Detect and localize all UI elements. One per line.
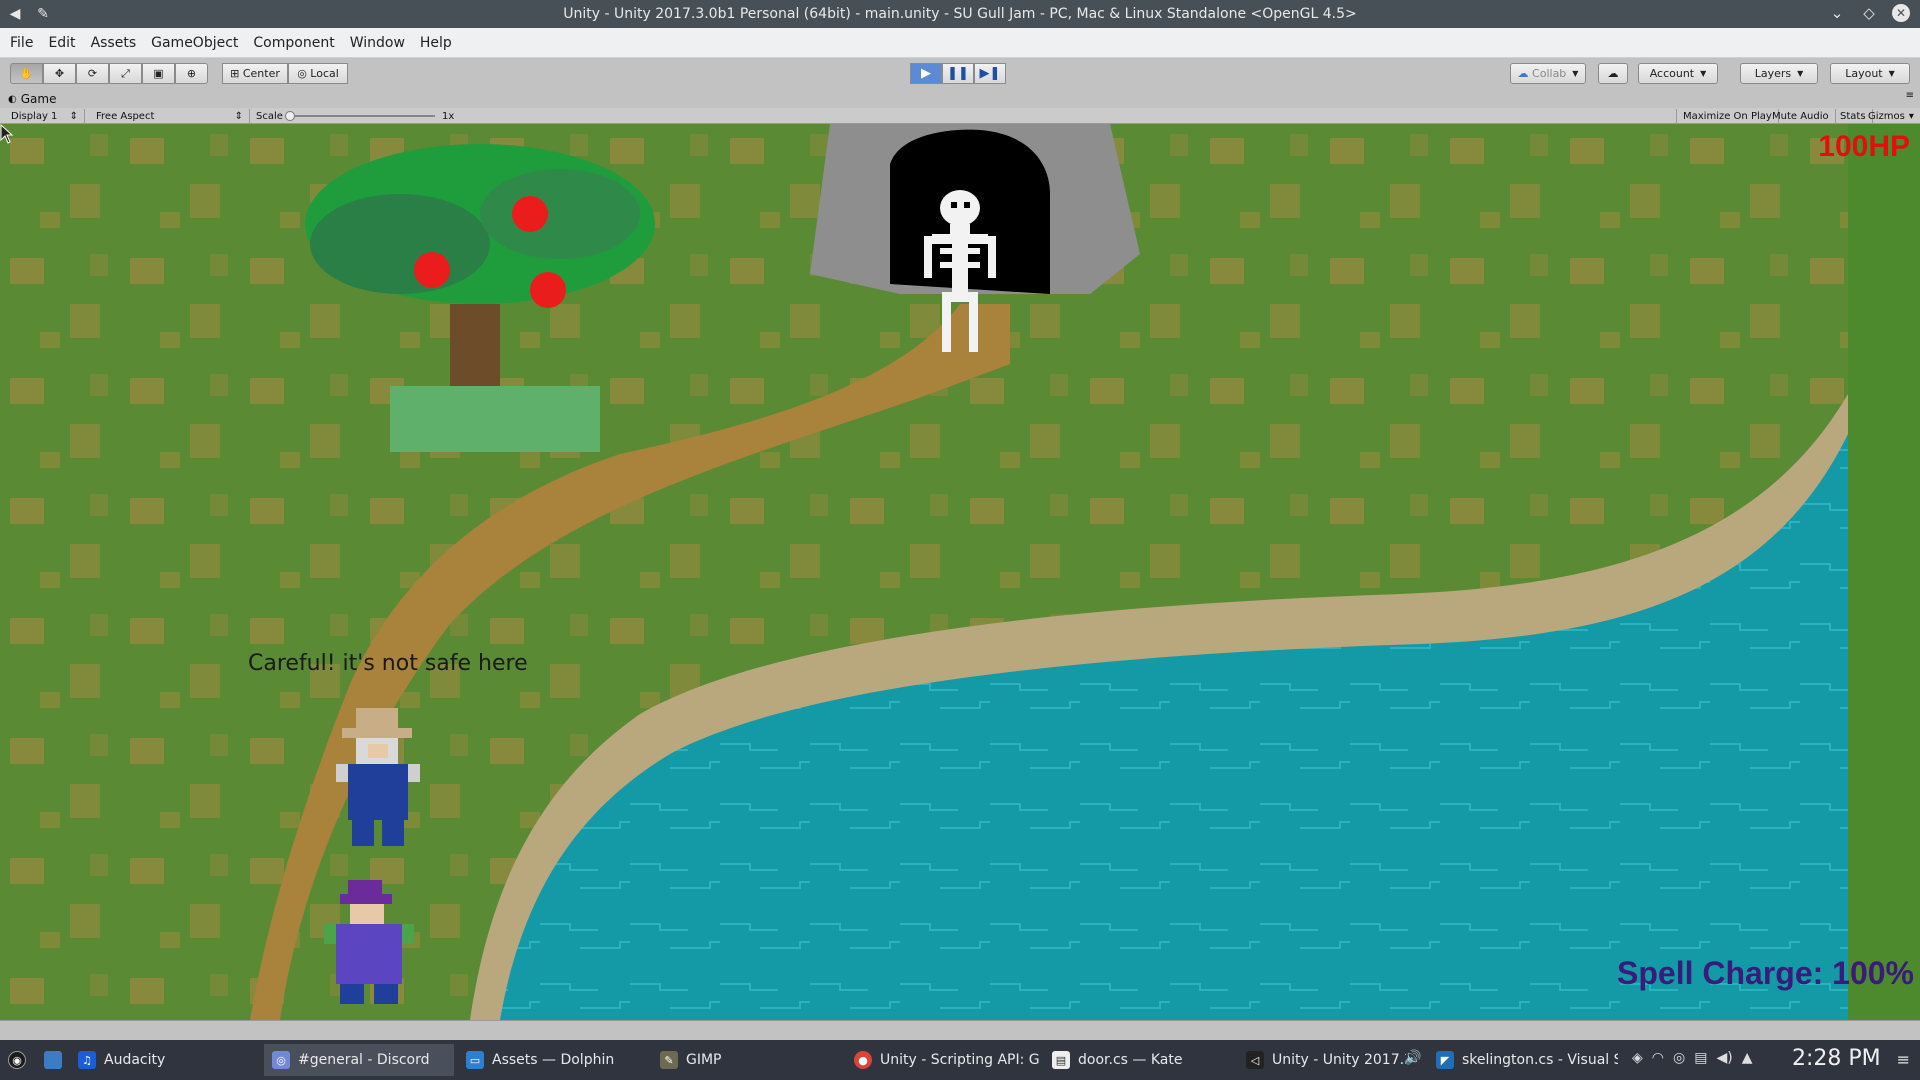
- spell-charge-display: Spell Charge: 100%: [1617, 955, 1914, 991]
- hp-display: 100HP: [1818, 130, 1910, 163]
- scale-value: 1x: [442, 110, 455, 122]
- game-scene: [0, 124, 1920, 1020]
- window-title: Unity - Unity 2017.3.0b1 Personal (64bit…: [563, 6, 1357, 22]
- main-toolbar: ✋ ✥ ⟳ ⤢ ▣ ⊕ ⊞ Center ◎ Local ▶ ❚❚ ▶❚ ☁ C…: [0, 58, 1920, 90]
- unity-icon: ◁: [1246, 1051, 1264, 1069]
- local-icon: ◎: [297, 67, 311, 80]
- task-kate[interactable]: ▤ door.cs — Kate: [1044, 1044, 1234, 1076]
- layout-dropdown[interactable]: Layout ▼: [1830, 63, 1910, 84]
- clock[interactable]: 2:28 PM: [1792, 1046, 1881, 1071]
- step-icon: ▶❚: [979, 66, 1001, 81]
- task-gimp[interactable]: ✎ GIMP: [652, 1044, 842, 1076]
- scale-slider-track[interactable]: [290, 115, 435, 117]
- chrome-icon: ●: [854, 1051, 872, 1069]
- game-tab-row: ◐ Game ≡: [0, 90, 1920, 108]
- pivot-space-button[interactable]: ◎ Local: [288, 63, 348, 84]
- right-edge-strip: [1848, 124, 1920, 1020]
- game-tab-icon: ◐: [8, 93, 17, 105]
- maximize-icon[interactable]: ◇: [1860, 4, 1878, 22]
- pivot-icon: ⊞: [230, 67, 243, 80]
- gimp-icon: ✎: [660, 1051, 678, 1069]
- system-tray: ◈ ◠ ◎ ▤ ◀) ▲: [1632, 1050, 1752, 1066]
- launcher-icon: ◉: [8, 1051, 26, 1069]
- collab-icon: ☁: [1517, 67, 1533, 80]
- gamepad-icon[interactable]: ◈: [1632, 1050, 1643, 1066]
- pause-icon: ❚❚: [947, 66, 969, 81]
- task-vscode[interactable]: ◤ skelington.cs - Visual St...: [1428, 1044, 1618, 1076]
- task-dolphin[interactable]: ▭ Assets — Dolphin: [458, 1044, 648, 1076]
- stats-toggle[interactable]: Stats: [1834, 109, 1873, 123]
- close-icon[interactable]: ✕: [1892, 4, 1910, 22]
- maximize-on-play-toggle[interactable]: Maximize On Play: [1676, 109, 1779, 123]
- menu-file[interactable]: File: [10, 35, 33, 51]
- mute-audio-toggle[interactable]: Mute Audio: [1766, 109, 1836, 123]
- play-icon: ▶: [921, 66, 931, 81]
- menu-assets[interactable]: Assets: [91, 35, 137, 51]
- rect-tool-icon[interactable]: ▣: [142, 63, 175, 84]
- collab-dropdown[interactable]: ☁ Collab ▼: [1510, 63, 1586, 84]
- step-button[interactable]: ▶❚: [974, 63, 1006, 84]
- show-desktop[interactable]: [36, 1044, 68, 1076]
- mouse-cursor-icon: [0, 124, 14, 144]
- taskbar-menu-icon[interactable]: ≡: [1897, 1050, 1910, 1069]
- display-dropdown[interactable]: Display 1 ⇕: [5, 109, 85, 123]
- discord-icon: ◎: [272, 1051, 290, 1069]
- pause-button[interactable]: ❚❚: [942, 63, 974, 84]
- clipboard-icon[interactable]: ▤: [1694, 1050, 1707, 1066]
- vscode-icon: ◤: [1436, 1051, 1454, 1069]
- account-dropdown[interactable]: Account ▼: [1638, 63, 1718, 84]
- menu-window[interactable]: Window: [350, 35, 405, 51]
- npc-speech-text: Careful! it's not safe here: [248, 651, 528, 676]
- apple: [414, 252, 450, 288]
- aspect-dropdown[interactable]: Free Aspect ⇕: [90, 109, 250, 123]
- minimize-icon[interactable]: ⌄: [1828, 4, 1846, 22]
- folder-icon: ▭: [466, 1051, 484, 1069]
- volume-icon[interactable]: ◀): [1716, 1050, 1732, 1066]
- task-audacity[interactable]: ♫ Audacity: [70, 1044, 260, 1076]
- play-controls: ▶ ❚❚ ▶❚: [910, 63, 1006, 84]
- window-title-bar: ◀ ✎ Unity - Unity 2017.3.0b1 Personal (6…: [0, 0, 1920, 28]
- transform-tool-icon[interactable]: ⊕: [175, 63, 208, 84]
- menu-edit[interactable]: Edit: [48, 35, 75, 51]
- panel-menu-icon[interactable]: ≡: [1906, 90, 1914, 101]
- desktop-icon: [44, 1051, 62, 1069]
- game-options-bar: Display 1 ⇕ Free Aspect ⇕ Scale 1x Maximiz…: [0, 108, 1920, 124]
- play-button[interactable]: ▶: [910, 63, 942, 84]
- tab-game[interactable]: ◐ Game: [8, 92, 56, 106]
- game-viewport[interactable]: 100HP Careful! it's not safe here Spell …: [0, 124, 1920, 1020]
- headphones-icon: ♫: [78, 1051, 96, 1069]
- os-taskbar: ◉ ♫ Audacity ◎ #general - Discord ▭ Asse…: [0, 1040, 1920, 1080]
- volume-small-icon[interactable]: 🔊: [1404, 1050, 1421, 1066]
- scale-tool-icon[interactable]: ⤢: [109, 63, 142, 84]
- task-discord[interactable]: ◎ #general - Discord: [264, 1044, 454, 1076]
- tray-expand-icon[interactable]: ▲: [1742, 1050, 1753, 1066]
- scale-label: Scale: [256, 110, 283, 122]
- menu-gameobject[interactable]: GameObject: [151, 35, 238, 51]
- pivot-center-button[interactable]: ⊞ Center: [222, 63, 288, 84]
- apple: [530, 272, 566, 308]
- hand-tool-icon[interactable]: ✋: [10, 63, 43, 84]
- task-chrome[interactable]: ● Unity - Scripting API: Ga...: [846, 1044, 1040, 1076]
- menu-help[interactable]: Help: [420, 35, 452, 51]
- scale-slider-thumb[interactable]: [285, 111, 295, 121]
- layers-dropdown[interactable]: Layers ▼: [1740, 63, 1818, 84]
- network-icon[interactable]: ◎: [1673, 1050, 1685, 1066]
- document-icon: ▤: [1052, 1051, 1070, 1069]
- rotate-tool-icon[interactable]: ⟳: [76, 63, 109, 84]
- menu-bar: File Edit Assets GameObject Component Wi…: [0, 28, 1920, 58]
- move-tool-icon[interactable]: ✥: [43, 63, 76, 84]
- editor-status-bar: [0, 1020, 1920, 1040]
- wifi-icon[interactable]: ◠: [1652, 1050, 1664, 1066]
- cloud-icon: ☁: [1607, 67, 1619, 80]
- app-launcher[interactable]: ◉: [0, 1044, 36, 1076]
- task-unity[interactable]: ◁ Unity - Unity 2017.3...: [1238, 1044, 1406, 1076]
- transform-tools: ✋ ✥ ⟳ ⤢ ▣ ⊕: [10, 63, 208, 84]
- apple: [512, 196, 548, 232]
- gizmos-dropdown[interactable]: Gizmos ▾: [1868, 109, 1914, 123]
- cloud-button[interactable]: ☁: [1598, 63, 1628, 84]
- menu-component[interactable]: Component: [253, 35, 334, 51]
